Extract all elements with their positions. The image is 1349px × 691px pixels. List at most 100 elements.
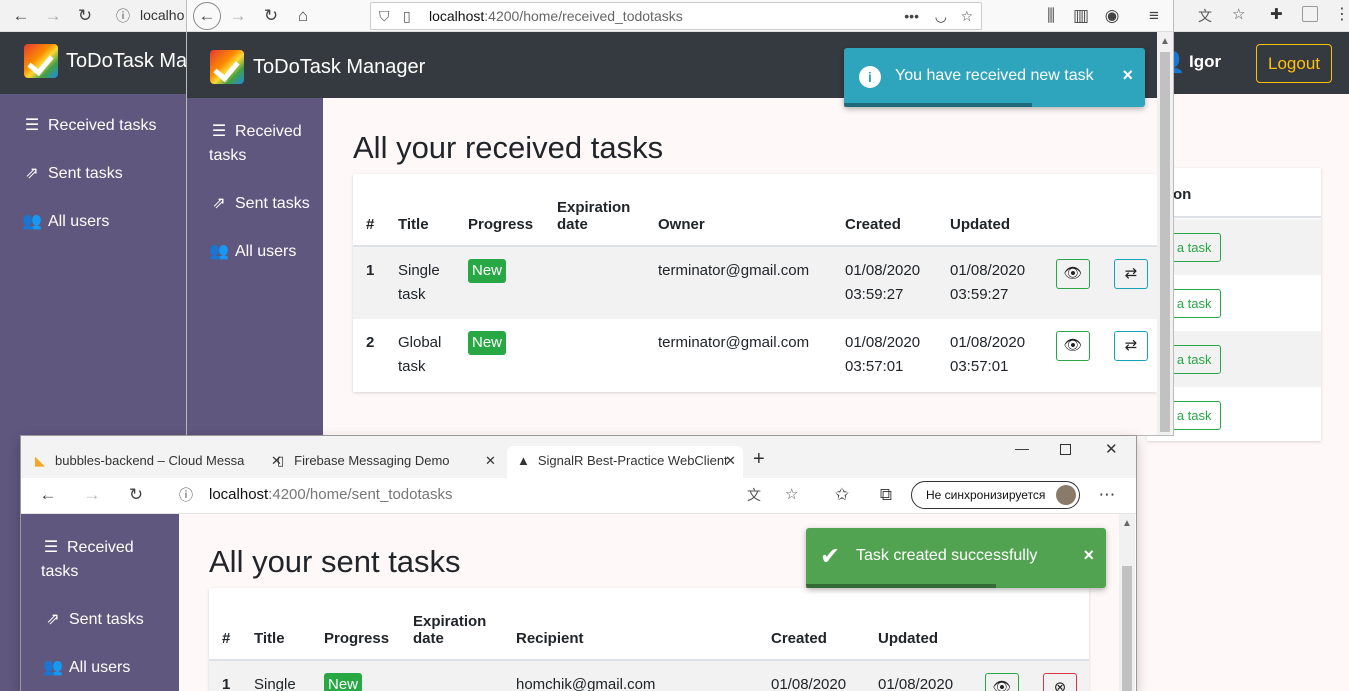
url-host: localhost	[209, 486, 269, 503]
forward-arrow-icon[interactable]: →	[40, 3, 66, 29]
sidebar-item-label: Sent tasks	[48, 165, 123, 182]
cell-title: Global task	[385, 319, 455, 391]
star-icon[interactable]: ☆	[1232, 5, 1245, 23]
view-button[interactable]: 👁	[985, 673, 1019, 691]
sidebar-item-received[interactable]: ☰ Received tasks	[41, 536, 161, 584]
sidebar-item-received[interactable]: ☰ Received tasks	[209, 120, 319, 168]
view-button[interactable]: 👁	[1056, 331, 1090, 361]
cell-title: Single task	[385, 246, 455, 319]
tab-bubbles-backend[interactable]: ◣ bubbles-backend – Cloud Messa ✕	[35, 446, 282, 478]
firefox-scrollbar[interactable]: ▲	[1157, 32, 1173, 435]
scroll-thumb[interactable]	[1160, 52, 1170, 432]
transfer-button[interactable]: ⇄	[1114, 259, 1148, 289]
firefox-sidebar: ☰ Received tasks ⇗ Sent tasks 👥 All users	[187, 98, 323, 435]
status-badge: New	[468, 331, 507, 355]
table-row: n a task	[1147, 219, 1321, 275]
view-button[interactable]: 👁	[1056, 259, 1090, 289]
translate-icon[interactable]: 文	[747, 480, 761, 510]
edge-url-bar[interactable]: ⓘ localhost:4200/home/sent_todotasks 文 ☆	[167, 480, 809, 510]
sidebar-item-sent[interactable]: ⇗ Sent tasks	[22, 162, 123, 186]
sidebar-item-users[interactable]: 👥 All users	[22, 210, 109, 234]
tab-label: bubbles-backend – Cloud Messa	[55, 453, 245, 468]
tab-firebase-demo[interactable]: ▯ Firebase Messaging Demo ✕	[277, 446, 497, 478]
maximize-icon[interactable]	[1060, 444, 1071, 455]
back-arrow-icon[interactable]: ←	[193, 2, 221, 30]
home-icon[interactable]: ⌂	[290, 3, 316, 29]
sidebar-item-label: All users	[69, 659, 131, 676]
more-menu-icon[interactable]: ⋯	[1094, 482, 1120, 508]
col-updated: Updated	[865, 588, 972, 661]
firefox-url-bar[interactable]: ⛉ ▯ localhost:4200/home/received_todotas…	[370, 2, 982, 30]
hamburger-menu-icon[interactable]: ≡	[1141, 3, 1167, 29]
cell-updated: 01/08/2020	[865, 660, 972, 691]
sidebar-item-users[interactable]: 👥 All users	[209, 240, 296, 264]
library-icon[interactable]: ⫼	[1038, 3, 1064, 29]
info-icon: ⓘ	[116, 8, 130, 24]
brand-title[interactable]: ToDoTask Mar	[66, 50, 194, 73]
page-icon: ▯	[403, 8, 411, 24]
close-window-icon[interactable]: ✕	[1105, 440, 1118, 458]
reload-icon[interactable]: ↻	[72, 3, 98, 29]
brand-logo-icon	[210, 50, 244, 84]
sidebar-item-users[interactable]: 👥 All users	[43, 656, 130, 680]
col-title: Title	[241, 588, 311, 661]
forward-arrow-icon[interactable]: →	[225, 3, 251, 29]
col-updated: Updated	[937, 174, 1043, 247]
status-badge: New	[468, 259, 507, 283]
cell-num: 1	[353, 246, 385, 319]
brand-title[interactable]: ToDoTask Manager	[253, 56, 425, 79]
pocket-icon[interactable]: ◡	[935, 3, 947, 29]
translate-icon[interactable]: 文	[1198, 6, 1212, 26]
more-icon[interactable]: •••	[904, 3, 919, 29]
back-url[interactable]: localho	[140, 7, 184, 23]
delete-button[interactable]: ⊗	[1043, 673, 1077, 691]
firefox-window: ← → ↻ ⌂ ⛉ ▯ localhost:4200/home/received…	[187, 0, 1173, 435]
collections-icon[interactable]: ⧉	[873, 482, 899, 508]
minimize-icon[interactable]: —	[1015, 440, 1029, 456]
tab-close-icon[interactable]: ✕	[485, 446, 496, 476]
sidebar-item-sent[interactable]: ⇗ Sent tasks	[209, 192, 309, 216]
forward-arrow-icon[interactable]: →	[79, 482, 105, 508]
share-icon: ⇗	[25, 165, 39, 182]
scroll-up-icon[interactable]: ▲	[1122, 518, 1132, 529]
tab-signalr[interactable]: ▲ SignalR Best-Practice WebClient ✕	[507, 446, 743, 478]
image-extension-icon[interactable]	[1302, 6, 1318, 22]
sidebar-toggle-icon[interactable]: ▥	[1068, 3, 1094, 29]
info-toast[interactable]: i You have received new task ×	[844, 48, 1145, 107]
reload-icon[interactable]: ↻	[258, 3, 284, 29]
scroll-thumb[interactable]	[1122, 566, 1132, 691]
sync-button[interactable]: Не синхронизируется	[911, 481, 1080, 509]
tab-close-icon[interactable]: ✕	[725, 446, 736, 476]
menu-icon[interactable]: ⋮	[1334, 4, 1349, 24]
scroll-up-icon[interactable]: ▲	[1160, 36, 1170, 47]
sent-table-card: # Title Progress Expiration date Recipie…	[209, 588, 1089, 691]
favorites-icon[interactable]: ✩	[829, 482, 855, 508]
account-icon[interactable]: ◉	[1099, 3, 1125, 29]
toast-progress-bar	[844, 103, 1032, 107]
page-title: All your received tasks	[353, 130, 664, 165]
eye-icon: 👁	[1063, 337, 1083, 354]
logout-button[interactable]: Logout	[1256, 44, 1332, 83]
star-icon[interactable]: ☆	[785, 480, 798, 510]
new-tab-button[interactable]: +	[753, 448, 765, 471]
eye-icon: 👁	[992, 679, 1012, 691]
info-icon: ⓘ	[179, 487, 193, 503]
reload-icon[interactable]: ↻	[123, 482, 149, 508]
col-expiration: Expiration date	[400, 588, 503, 661]
sidebar-item-received[interactable]: ☰ Received tasks	[22, 114, 157, 138]
star-icon[interactable]: ☆	[960, 3, 973, 29]
toast-close-button[interactable]: ×	[1083, 545, 1094, 566]
shield-icon[interactable]: ⛉	[379, 3, 390, 29]
transfer-button[interactable]: ⇄	[1114, 331, 1148, 361]
cell-num: 2	[353, 319, 385, 391]
extension-icon[interactable]: ✚	[1270, 5, 1283, 23]
tab-label: SignalR Best-Practice WebClient	[537, 453, 728, 468]
edge-scrollbar[interactable]: ▲	[1119, 514, 1135, 691]
back-arrow-icon[interactable]: ←	[8, 3, 34, 29]
back-arrow-icon[interactable]: ←	[35, 482, 61, 508]
toast-close-button[interactable]: ×	[1122, 65, 1133, 86]
edge-sidebar: ☰ Received tasks ⇗ Sent tasks 👥 All users	[21, 514, 179, 691]
success-toast[interactable]: ✔ Task created successfully ×	[806, 528, 1106, 588]
brand-logo-icon	[24, 44, 58, 78]
sidebar-item-sent[interactable]: ⇗ Sent tasks	[43, 608, 143, 632]
